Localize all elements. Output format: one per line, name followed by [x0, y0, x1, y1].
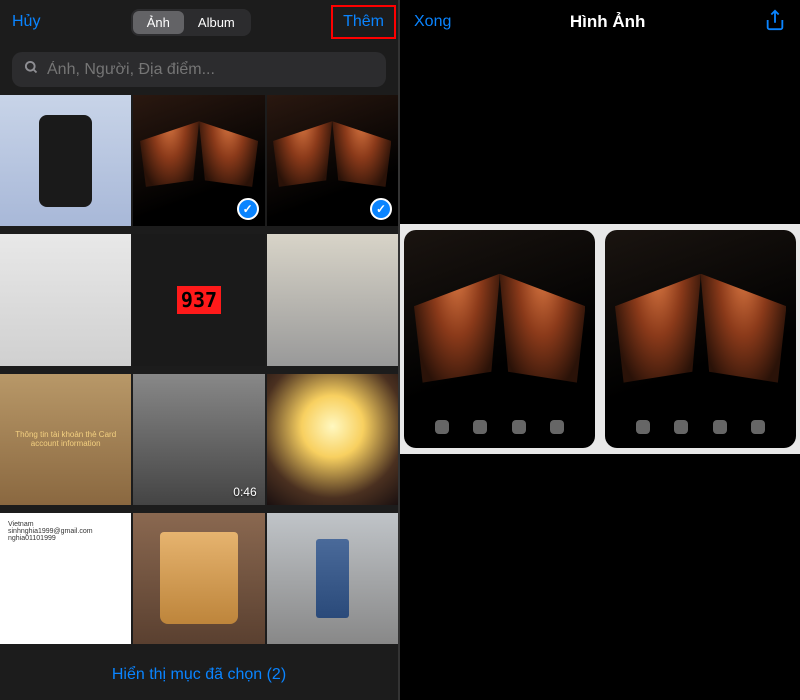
share-icon[interactable]: [764, 9, 786, 36]
photo-thumb[interactable]: [133, 513, 264, 644]
search-icon: [24, 60, 39, 79]
selected-images-preview[interactable]: [400, 224, 800, 454]
search-bar[interactable]: [12, 52, 386, 87]
segmented-control[interactable]: Ảnh Album: [131, 9, 251, 36]
preview-image: [404, 230, 595, 448]
cancel-button[interactable]: Hủy: [12, 13, 40, 31]
photo-thumb[interactable]: Thông tin tài khoản thẻ Card account inf…: [0, 374, 131, 505]
photo-thumb[interactable]: [267, 374, 398, 505]
show-selected-button[interactable]: Hiển thị mục đã chọn (2): [0, 650, 398, 700]
tab-albums[interactable]: Album: [184, 11, 249, 34]
add-button[interactable]: Thêm: [331, 5, 396, 39]
done-button[interactable]: Xong: [414, 13, 451, 31]
photo-grid: ✓ ✓ 937 Thông tin tài khoản thẻ Card acc…: [0, 95, 398, 650]
photo-thumb[interactable]: ✓: [133, 95, 264, 226]
led-display: 937: [177, 286, 221, 314]
preview-image: [605, 230, 796, 448]
viewer-header: Xong Hình Ảnh: [400, 0, 800, 44]
page-title: Hình Ảnh: [570, 12, 646, 32]
video-duration: 0:46: [233, 485, 256, 499]
picker-header: Hủy Ảnh Album Thêm: [0, 0, 398, 44]
tab-photos[interactable]: Ảnh: [133, 11, 184, 34]
photo-thumb[interactable]: [267, 234, 398, 365]
video-thumb[interactable]: 0:46: [133, 374, 264, 505]
selected-checkmark-icon: ✓: [237, 198, 259, 220]
photo-picker-panel: Hủy Ảnh Album Thêm ✓ ✓ 937 Thông tin tài…: [0, 0, 400, 700]
selected-checkmark-icon: ✓: [370, 198, 392, 220]
photo-thumb[interactable]: [267, 513, 398, 644]
search-input[interactable]: [47, 61, 374, 79]
card-text: Thông tin tài khoản thẻ Card account inf…: [6, 430, 125, 448]
photo-thumb[interactable]: [0, 234, 131, 365]
photo-thumb[interactable]: 937: [133, 234, 264, 365]
image-viewer-panel: Xong Hình Ảnh: [400, 0, 800, 700]
photo-thumb[interactable]: ✓: [267, 95, 398, 226]
photo-thumb[interactable]: Vietnamsinhnghia1999@gmail.comnghia01101…: [0, 513, 131, 644]
photo-thumb[interactable]: [0, 95, 131, 226]
